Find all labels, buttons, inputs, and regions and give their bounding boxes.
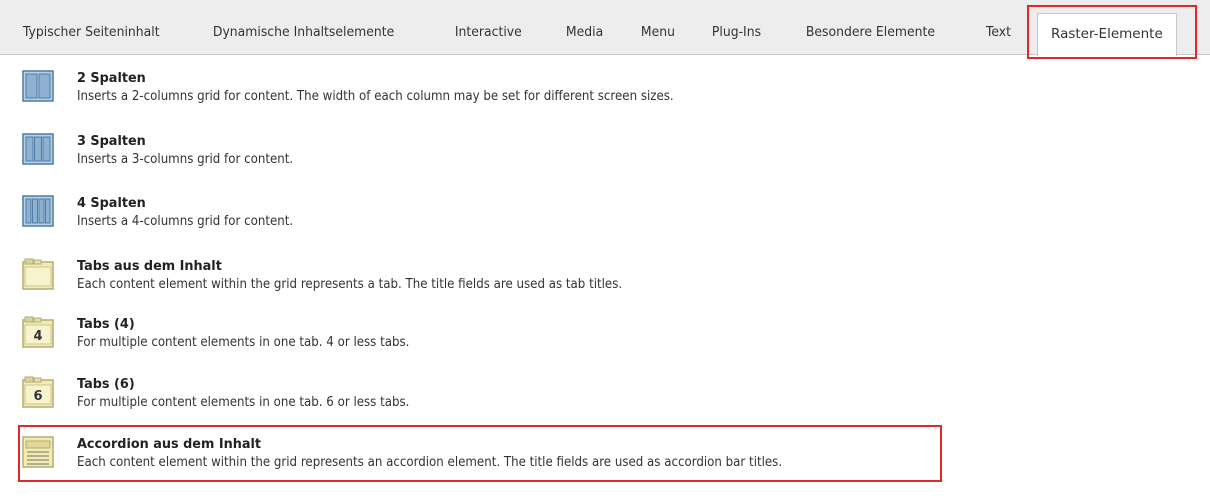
item-title: 4 Spalten bbox=[77, 195, 146, 211]
item-title: 2 Spalten bbox=[77, 70, 146, 86]
list-item-4-spalten[interactable]: 4 Spalten Inserts a 4-columns grid for c… bbox=[22, 195, 1192, 255]
tab-folder-icon bbox=[22, 258, 54, 290]
list-item-tabs-aus-dem-inhalt[interactable]: Tabs aus dem Inhalt Each content element… bbox=[22, 258, 1192, 318]
tab-count-label: 4 bbox=[33, 329, 42, 344]
three-columns-icon bbox=[22, 133, 54, 165]
item-description: Inserts a 3-columns grid for content. bbox=[77, 152, 294, 167]
tab-media[interactable]: Media bbox=[553, 10, 616, 55]
tab-text[interactable]: Text bbox=[973, 10, 1024, 55]
tab-menu[interactable]: Menu bbox=[628, 10, 688, 55]
item-description: For multiple content elements in one tab… bbox=[77, 395, 410, 410]
tab-interactive[interactable]: Interactive bbox=[442, 10, 535, 55]
tab-dynamische-inhaltselemente[interactable]: Dynamische Inhaltselemente bbox=[200, 10, 407, 55]
tab-plug-ins[interactable]: Plug-Ins bbox=[699, 10, 774, 55]
tab-folder-6-icon: 6 bbox=[22, 376, 54, 408]
item-description: Each content element within the grid rep… bbox=[77, 277, 623, 292]
item-title: Tabs aus dem Inhalt bbox=[77, 258, 222, 274]
tab-folder-4-icon: 4 bbox=[22, 316, 54, 348]
item-title: Tabs (4) bbox=[77, 316, 135, 332]
tab-highlight-box bbox=[1027, 5, 1197, 59]
item-highlight-box bbox=[18, 425, 942, 482]
item-description: For multiple content elements in one tab… bbox=[77, 335, 410, 350]
item-title: Tabs (6) bbox=[77, 376, 135, 392]
list-item-tabs-4[interactable]: 4 Tabs (4) For multiple content elements… bbox=[22, 316, 1192, 376]
list-item-3-spalten[interactable]: 3 Spalten Inserts a 3-columns grid for c… bbox=[22, 133, 1192, 193]
tab-typischer-seiteninhalt[interactable]: Typischer Seiteninhalt bbox=[10, 10, 172, 55]
item-description: Inserts a 4-columns grid for content. bbox=[77, 214, 294, 229]
item-description: Inserts a 2-columns grid for content. Th… bbox=[77, 89, 674, 104]
list-item-2-spalten[interactable]: 2 Spalten Inserts a 2-columns grid for c… bbox=[22, 70, 1192, 130]
two-columns-icon bbox=[22, 70, 54, 102]
tab-count-label: 6 bbox=[33, 389, 42, 404]
tab-besondere-elemente[interactable]: Besondere Elemente bbox=[793, 10, 948, 55]
item-title: 3 Spalten bbox=[77, 133, 146, 149]
four-columns-icon bbox=[22, 195, 54, 227]
